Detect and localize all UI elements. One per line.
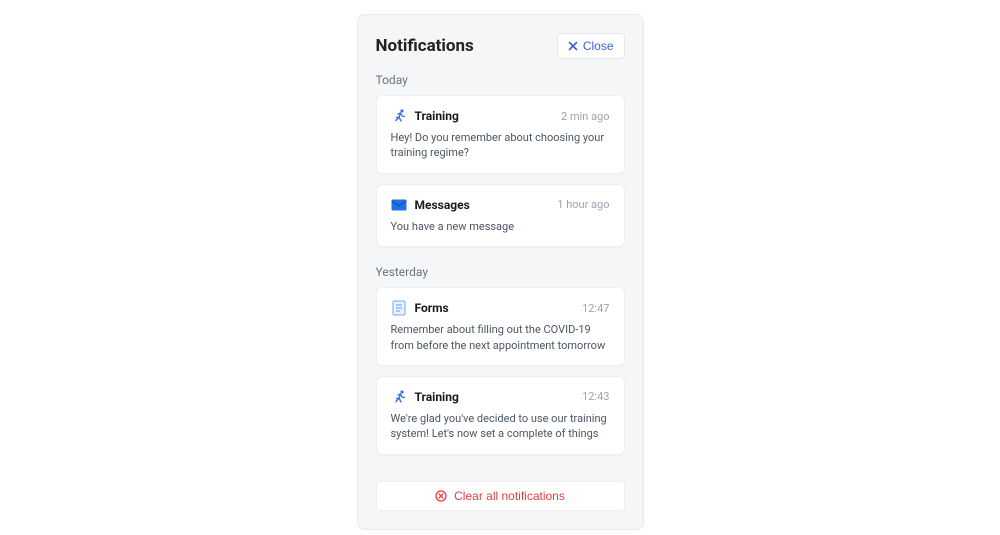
card-header: Training 2 min ago xyxy=(391,108,610,124)
clear-icon xyxy=(435,490,447,502)
notification-card[interactable]: Training 2 min ago Hey! Do you remember … xyxy=(376,95,625,174)
running-icon xyxy=(391,108,407,124)
card-header: Forms 12:47 xyxy=(391,300,610,316)
section-yesterday: Yesterday Forms 12:47 Remember about fil… xyxy=(376,265,625,455)
card-body: Hey! Do you remember about choosing your… xyxy=(391,130,610,161)
card-timestamp: 2 min ago xyxy=(561,110,609,123)
notifications-panel: Notifications Close Today Training xyxy=(357,14,644,530)
card-header: Messages 1 hour ago xyxy=(391,197,610,213)
panel-header: Notifications Close xyxy=(376,33,625,59)
notification-card[interactable]: Messages 1 hour ago You have a new messa… xyxy=(376,184,625,247)
clear-all-button[interactable]: Clear all notifications xyxy=(376,481,625,511)
notification-card[interactable]: Training 12:43 We're glad you've decided… xyxy=(376,376,625,455)
section-today: Today Training 2 min ago Hey! Do you rem… xyxy=(376,73,625,247)
card-title: Training xyxy=(415,390,583,404)
card-timestamp: 12:43 xyxy=(582,390,609,403)
form-icon xyxy=(391,300,407,316)
card-title: Training xyxy=(415,109,562,123)
close-button-label: Close xyxy=(583,39,614,53)
clear-button-label: Clear all notifications xyxy=(454,489,565,503)
running-icon xyxy=(391,389,407,405)
notification-card[interactable]: Forms 12:47 Remember about filling out t… xyxy=(376,287,625,366)
card-body: We're glad you've decided to use our tra… xyxy=(391,411,610,442)
close-icon xyxy=(568,41,578,51)
page-title: Notifications xyxy=(376,36,474,56)
card-header: Training 12:43 xyxy=(391,389,610,405)
close-button[interactable]: Close xyxy=(557,33,625,59)
section-label: Today xyxy=(376,73,625,87)
card-timestamp: 1 hour ago xyxy=(557,198,609,211)
card-timestamp: 12:47 xyxy=(582,302,609,315)
card-title: Forms xyxy=(415,301,583,315)
card-body: Remember about filling out the COVID-19 … xyxy=(391,322,610,353)
section-label: Yesterday xyxy=(376,265,625,279)
card-body: You have a new message xyxy=(391,219,610,234)
mail-icon xyxy=(391,197,407,213)
card-title: Messages xyxy=(415,198,558,212)
